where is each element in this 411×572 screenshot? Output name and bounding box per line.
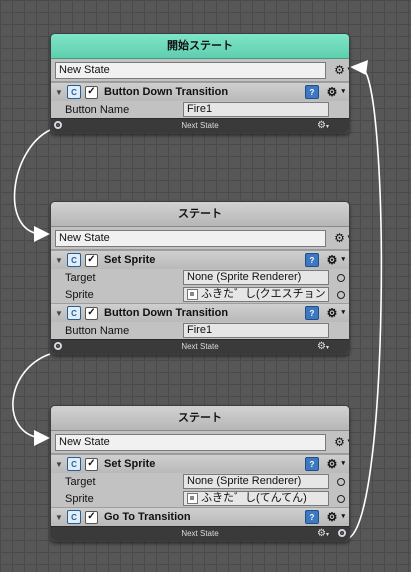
transition-wire-3 — [345, 67, 383, 540]
gear-icon[interactable]: ⚙ — [325, 306, 345, 320]
transition-wire-1 — [13, 129, 51, 235]
state-name-input[interactable]: New State — [55, 229, 326, 247]
checkbox-icon[interactable]: ✓ — [85, 253, 98, 267]
help-book-icon[interactable]: ? — [305, 253, 319, 267]
node-title[interactable]: 開始ステート — [51, 34, 349, 59]
button-name-input[interactable]: Fire1 — [183, 102, 329, 117]
sprite-value: ふきた゛し(てんてん) — [201, 492, 307, 504]
script-icon: C — [67, 306, 81, 320]
triangle-down-icon[interactable]: ▼ — [55, 88, 65, 97]
next-state-footer[interactable]: Next State ⚙ — [51, 526, 349, 541]
help-book-icon[interactable]: ? — [305, 85, 319, 99]
next-state-footer[interactable]: Next State ⚙ — [51, 118, 349, 133]
connection-port-icon[interactable] — [54, 342, 62, 350]
script-icon: C — [67, 457, 81, 471]
component-header[interactable]: ▼ C ✓ Go To Transition ? ⚙ — [51, 507, 349, 526]
property-label: Target — [65, 271, 96, 284]
footer-label: Next State — [181, 342, 219, 351]
triangle-down-icon[interactable]: ▼ — [55, 309, 65, 318]
connection-port-icon[interactable] — [54, 121, 62, 129]
component-header[interactable]: ▼ C ✓ Button Down Transition ? ⚙ — [51, 303, 349, 322]
arrow-head-2 — [34, 430, 50, 446]
script-icon: C — [67, 85, 81, 99]
gear-icon[interactable]: ⚙ — [325, 457, 345, 471]
component-title: Button Down Transition — [104, 307, 229, 319]
property-row: Sprite ふきた゛し(クエスチョン — [51, 286, 349, 303]
gear-icon[interactable]: ⚙ — [325, 253, 345, 267]
gear-icon[interactable]: ⚙ — [334, 231, 349, 245]
sprite-thumbnail-icon — [187, 289, 198, 300]
object-picker-icon[interactable] — [337, 290, 345, 299]
state-node-start[interactable]: 開始ステート New State ⚙ ▼ C ✓ Button Down Tra… — [50, 33, 350, 134]
node-title[interactable]: ステート — [51, 202, 349, 227]
help-book-icon[interactable]: ? — [305, 306, 319, 320]
transition-wire-2 — [12, 353, 51, 439]
state-name-row: New State ⚙ — [51, 59, 349, 82]
gear-icon[interactable]: ⚙ — [317, 527, 329, 541]
gear-icon[interactable]: ⚙ — [317, 119, 329, 133]
gear-icon[interactable]: ⚙ — [334, 435, 349, 449]
component-header[interactable]: ▼ C ✓ Button Down Transition ? ⚙ — [51, 82, 349, 101]
property-label: Sprite — [65, 492, 94, 505]
arrow-head-1 — [34, 226, 50, 242]
property-label: Button Name — [65, 324, 130, 337]
sprite-field[interactable]: ふきた゛し(クエスチョン — [183, 287, 329, 302]
next-state-footer[interactable]: Next State ⚙ — [51, 339, 349, 354]
gear-icon[interactable]: ⚙ — [325, 510, 345, 524]
component-header[interactable]: ▼ C ✓ Set Sprite ? ⚙ — [51, 454, 349, 473]
object-picker-icon[interactable] — [337, 477, 345, 486]
checkbox-icon[interactable]: ✓ — [85, 510, 98, 524]
triangle-down-icon[interactable]: ▼ — [55, 460, 65, 469]
state-name-input[interactable]: New State — [55, 61, 326, 79]
property-row: Sprite ふきた゛し(てんてん) — [51, 490, 349, 507]
object-picker-icon[interactable] — [337, 273, 345, 282]
component-title: Set Sprite — [104, 254, 156, 266]
state-node[interactable]: ステート New State ⚙ ▼ C ✓ Set Sprite ? ⚙ Ta… — [50, 405, 350, 542]
footer-label: Next State — [181, 121, 219, 130]
component-title: Button Down Transition — [104, 86, 229, 98]
property-label: Sprite — [65, 288, 94, 301]
footer-label: Next State — [181, 529, 219, 538]
component-header[interactable]: ▼ C ✓ Set Sprite ? ⚙ — [51, 250, 349, 269]
component-title: Go To Transition — [104, 511, 191, 523]
gear-icon[interactable]: ⚙ — [317, 340, 329, 354]
component-title: Set Sprite — [104, 458, 156, 470]
target-field[interactable]: None (Sprite Renderer) — [183, 270, 329, 285]
triangle-down-icon[interactable]: ▼ — [55, 256, 65, 265]
gear-icon[interactable]: ⚙ — [334, 63, 349, 77]
node-title[interactable]: ステート — [51, 406, 349, 431]
arrow-head-3 — [350, 60, 368, 75]
button-name-input[interactable]: Fire1 — [183, 323, 329, 338]
help-book-icon[interactable]: ? — [305, 510, 319, 524]
object-picker-icon[interactable] — [337, 494, 345, 503]
state-name-input[interactable]: New State — [55, 433, 326, 451]
checkbox-icon[interactable]: ✓ — [85, 306, 98, 320]
checkbox-icon[interactable]: ✓ — [85, 457, 98, 471]
property-row: Button Name Fire1 — [51, 101, 349, 118]
checkbox-icon[interactable]: ✓ — [85, 85, 98, 99]
property-label: Target — [65, 475, 96, 488]
property-label: Button Name — [65, 103, 130, 116]
script-icon: C — [67, 253, 81, 267]
target-field[interactable]: None (Sprite Renderer) — [183, 474, 329, 489]
state-name-row: New State ⚙ — [51, 227, 349, 250]
sprite-thumbnail-icon — [187, 493, 198, 504]
state-name-row: New State ⚙ — [51, 431, 349, 454]
triangle-down-icon[interactable]: ▼ — [55, 513, 65, 522]
gear-icon[interactable]: ⚙ — [325, 85, 345, 99]
property-row: Target None (Sprite Renderer) — [51, 269, 349, 286]
help-book-icon[interactable]: ? — [305, 457, 319, 471]
property-row: Target None (Sprite Renderer) — [51, 473, 349, 490]
state-node[interactable]: ステート New State ⚙ ▼ C ✓ Set Sprite ? ⚙ Ta… — [50, 201, 350, 355]
property-row: Button Name Fire1 — [51, 322, 349, 339]
sprite-field[interactable]: ふきた゛し(てんてん) — [183, 491, 329, 506]
sprite-value: ふきた゛し(クエスチョン — [201, 288, 326, 300]
script-icon: C — [67, 510, 81, 524]
connection-port-icon[interactable] — [338, 529, 346, 537]
